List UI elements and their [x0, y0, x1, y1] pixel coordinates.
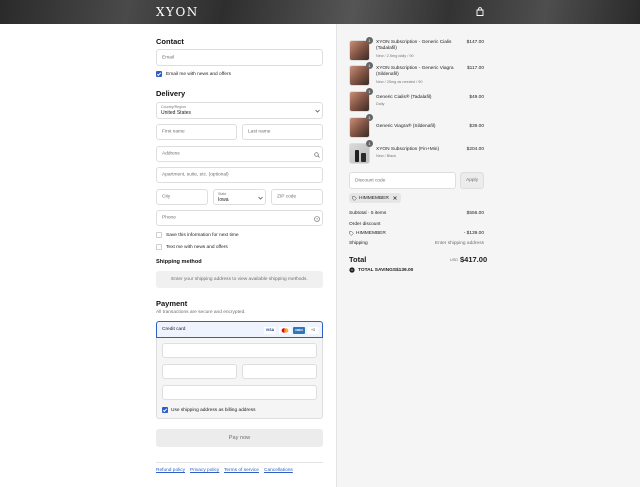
save-info-label: Save this information for next time [166, 232, 239, 238]
state-select[interactable]: State Iowa [213, 189, 266, 205]
zip-field[interactable]: ZIP code [271, 189, 323, 205]
save-info-checkbox[interactable] [156, 232, 162, 238]
email-news-checkbox[interactable] [156, 71, 162, 77]
text-news-checkbox[interactable] [156, 244, 162, 250]
quantity-badge: 1 [366, 114, 373, 121]
total-label: Total [349, 255, 367, 264]
payment-subtitle: All transactions are secure and encrypte… [156, 310, 246, 315]
currency-code: USD [450, 258, 459, 262]
phone-field[interactable]: Phone ? [156, 210, 323, 226]
item-variant: Daily [376, 102, 385, 106]
item-price: $117.00 [467, 66, 484, 71]
quantity-badge: 1 [366, 62, 373, 69]
order-summary-panel [336, 24, 640, 487]
discount-code-name: HIMMEMBER [356, 231, 386, 236]
shipping-notice: Enter your shipping address to view avai… [171, 276, 308, 282]
item-price: $49.00 [469, 95, 484, 100]
bottle-shape [361, 153, 366, 162]
shipping-method-heading: Shipping method [156, 259, 202, 265]
item-variant: New / 25mg as needed / 90 [376, 80, 423, 84]
order-discount-label: Order discount [349, 222, 381, 227]
city-field[interactable]: City [156, 189, 208, 205]
email-field[interactable]: Email [156, 49, 323, 66]
item-variant: New / 2.5mg daily / 90 [376, 54, 414, 58]
quantity-badge: 1 [366, 140, 373, 147]
email-news-label: Email me with news and offers [166, 71, 231, 77]
item-price: $204.00 [466, 147, 484, 152]
address-field[interactable]: Address [156, 146, 323, 162]
tag-icon [352, 195, 357, 201]
amex-icon: AMEX [293, 326, 305, 334]
total-savings-label: TOTAL SAVINGS [358, 267, 397, 273]
close-icon[interactable] [393, 196, 397, 200]
discount-value: - $139.00 [463, 231, 484, 236]
privacy-policy-link[interactable]: Privacy policy [190, 468, 219, 473]
card-number-field[interactable] [162, 343, 317, 358]
footer-divider [156, 462, 323, 463]
terms-of-service-link[interactable]: Terms of service [224, 468, 259, 473]
shipping-notice-box: Enter your shipping address to view avai… [156, 271, 323, 288]
pay-now-button[interactable]: Pay now [156, 429, 323, 447]
shipping-label: Shipping [349, 241, 368, 246]
visa-icon: VISA [264, 326, 276, 334]
apartment-field[interactable]: Apartment, suite, etc. (optional) [156, 167, 323, 183]
savings-tag-icon [349, 267, 355, 273]
more-cards-badge: +3 [307, 326, 319, 334]
billing-address-checkbox[interactable] [162, 407, 168, 413]
credit-card-option[interactable]: Credit card VISA AMEX +3 [156, 321, 323, 338]
delivery-heading: Delivery [156, 89, 186, 98]
site-header: XYON [0, 0, 640, 24]
item-variant: New / Black [376, 154, 397, 158]
billing-address-label: Use shipping address as billing address [171, 407, 256, 413]
contact-heading: Contact [156, 37, 184, 46]
item-price: $147.00 [466, 40, 484, 45]
chevron-down-icon [315, 109, 320, 113]
quantity-badge: 1 [366, 88, 373, 95]
payment-heading: Payment [156, 299, 188, 308]
refund-policy-link[interactable]: Refund policy [156, 468, 185, 473]
country-select[interactable]: Country/Region United States [156, 102, 323, 119]
shopping-bag-icon[interactable] [476, 7, 484, 16]
apply-button[interactable]: Apply [460, 172, 484, 189]
name-on-card-field[interactable] [162, 385, 317, 400]
expiration-date-field[interactable] [162, 364, 237, 379]
svg-text:?: ? [316, 217, 318, 221]
subtotal-value: $556.00 [466, 211, 484, 216]
applied-discount-tag: HIMMEMBER [349, 193, 401, 203]
mastercard-icon [279, 326, 291, 334]
first-name-field[interactable]: First name [156, 124, 237, 140]
search-icon [314, 151, 320, 158]
discount-code-field[interactable]: Discount code [349, 172, 456, 189]
total-value: $417.00 [460, 255, 488, 264]
last-name-field[interactable]: Last name [242, 124, 323, 140]
bottle-shape [355, 150, 359, 162]
cancellations-link[interactable]: Cancellations [264, 468, 293, 473]
subtotal-label: Subtotal · 5 items [349, 211, 387, 216]
tag-icon [349, 231, 354, 236]
shipping-value: Enter shipping address [434, 241, 484, 246]
help-icon[interactable]: ? [314, 215, 320, 222]
security-code-field[interactable] [242, 364, 317, 379]
quantity-badge: 1 [366, 37, 373, 44]
text-news-label: Text me with news and offers [166, 244, 228, 250]
total-savings-value: $139.00 [396, 267, 414, 273]
brand-logo[interactable]: XYON [156, 5, 199, 19]
chevron-down-icon [258, 196, 263, 200]
item-price: $39.00 [469, 124, 484, 129]
